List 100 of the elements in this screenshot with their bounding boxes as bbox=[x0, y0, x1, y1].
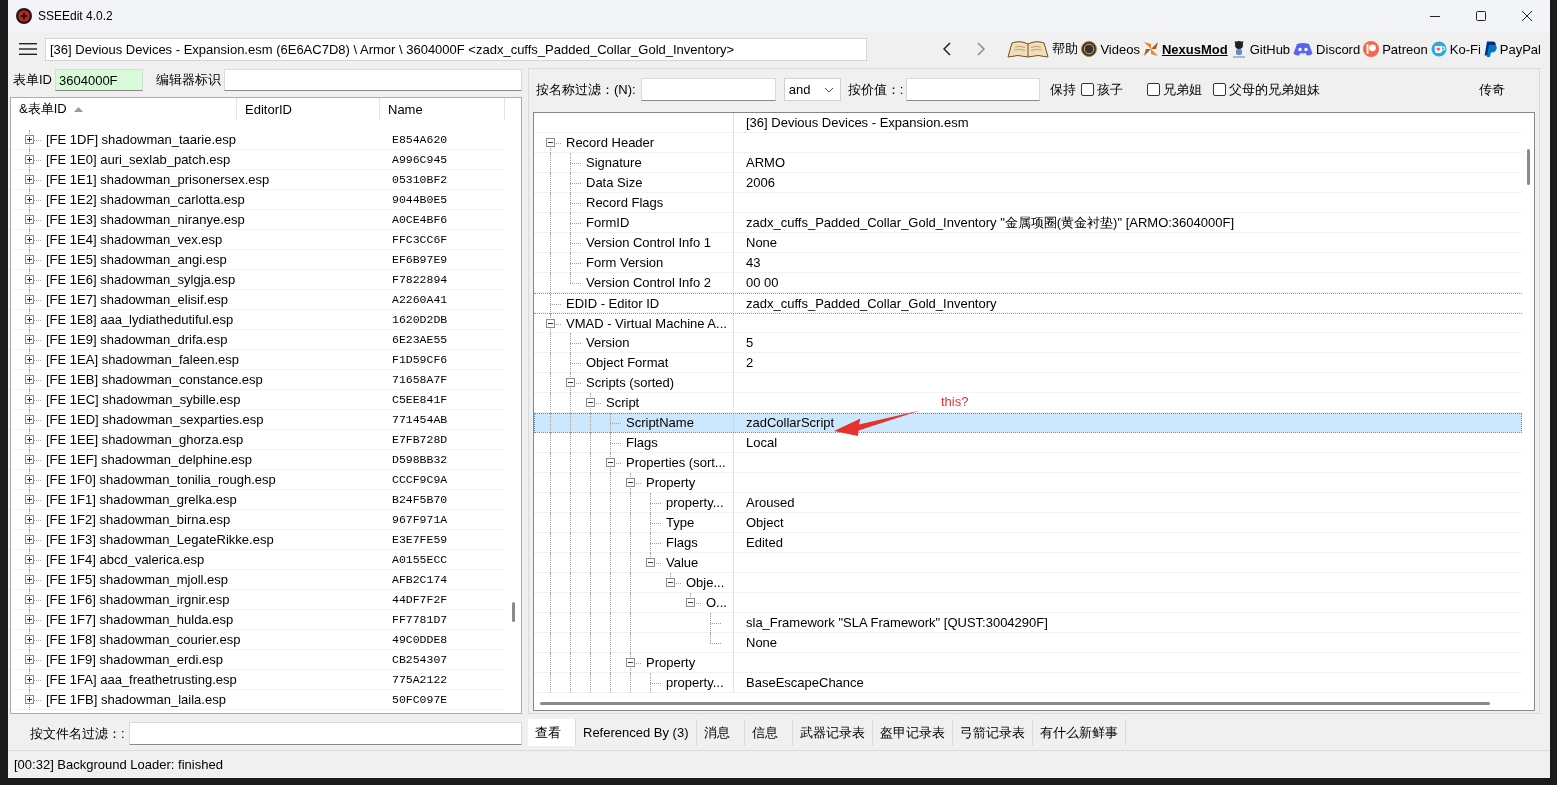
plus-box-icon[interactable] bbox=[25, 295, 34, 304]
list-row[interactable]: [FE 1E2] shadowman_carlotta.esp 9044B0E5 bbox=[11, 190, 506, 210]
minus-box-icon[interactable] bbox=[666, 578, 675, 587]
list-row[interactable]: [FE 1E0] auri_sexlab_patch.esp A996C945 bbox=[11, 150, 506, 170]
list-row[interactable]: [FE 1FB] shadowman_laila.esp 50FC097E bbox=[11, 690, 506, 710]
list-row[interactable]: [FE 1E5] shadowman_angi.esp EF6B97E9 bbox=[11, 250, 506, 270]
tab[interactable]: 有什么新鲜事 bbox=[1032, 719, 1126, 746]
tree-row[interactable]: FormID zadx_cuffs_Padded_Collar_Gold_Inventory "金属项圈(黄金衬垫)" [ARMO:3604000F] bbox=[534, 213, 1522, 233]
plus-box-icon[interactable] bbox=[25, 515, 34, 524]
toolbar-link[interactable]: Patreon bbox=[1363, 41, 1428, 57]
tree-row[interactable]: VMAD - Virtual Machine A... bbox=[534, 313, 1522, 333]
plus-box-icon[interactable] bbox=[25, 175, 34, 184]
list-row[interactable]: [FE 1E6] shadowman_sylgja.esp F7822894 bbox=[11, 270, 506, 290]
list-row[interactable]: [FE 1ED] shadowman_sexparties.esp 771454AB bbox=[11, 410, 506, 430]
list-row[interactable]: [FE 1F9] shadowman_erdi.esp CB254307 bbox=[11, 650, 506, 670]
list-row[interactable]: [FE 1EF] shadowman_delphine.esp D598BB32 bbox=[11, 450, 506, 470]
list-row[interactable]: [FE 1F4] abcd_valerica.esp A0155ECC bbox=[11, 550, 506, 570]
plus-box-icon[interactable] bbox=[25, 535, 34, 544]
plus-box-icon[interactable] bbox=[25, 415, 34, 424]
plus-box-icon[interactable] bbox=[25, 555, 34, 564]
tree-row[interactable]: Property bbox=[534, 473, 1522, 493]
list-row[interactable]: [FE 1DF] shadowman_taarie.esp E854A620 bbox=[11, 130, 506, 150]
list-row[interactable]: [FE 1FA] aaa_freathetrusting.esp 775A2122 bbox=[11, 670, 506, 690]
tab[interactable]: 武器记录表 bbox=[792, 719, 873, 746]
plus-box-icon[interactable] bbox=[25, 155, 34, 164]
tree-row[interactable]: Record Flags bbox=[534, 193, 1522, 213]
toolbar-link[interactable]: 帮助 bbox=[1007, 39, 1079, 59]
tree-row[interactable]: Version 5 bbox=[534, 333, 1522, 353]
tree-row[interactable]: EDID - Editor ID zadx_cuffs_Padded_Collar_Gold_Inventory bbox=[534, 293, 1522, 313]
plus-box-icon[interactable] bbox=[25, 695, 34, 704]
scrollbar-thumb[interactable] bbox=[540, 701, 1490, 705]
toolbar-link[interactable]: Ko-Fi bbox=[1430, 41, 1481, 57]
minus-box-icon[interactable] bbox=[686, 598, 695, 607]
list-row[interactable]: [FE 1F5] shadowman_mjoll.esp AFB2C174 bbox=[11, 570, 506, 590]
editor-id-field[interactable] bbox=[224, 69, 522, 91]
tree-row[interactable]: sla_Framework "SLA Framework" [QUST:3004290F] bbox=[534, 613, 1522, 633]
toolbar-link[interactable]: NexusMod bbox=[1142, 41, 1228, 57]
tree-row[interactable]: Object Format 2 bbox=[534, 353, 1522, 373]
checkbox[interactable] bbox=[1147, 83, 1161, 96]
operator-dropdown[interactable]: and bbox=[783, 78, 841, 101]
tab[interactable]: 信息 bbox=[744, 719, 793, 746]
scrollbar-thumb[interactable] bbox=[512, 602, 515, 622]
plus-box-icon[interactable] bbox=[25, 135, 34, 144]
list-row[interactable]: [FE 1EC] shadowman_sybille.esp C5EE841F bbox=[11, 390, 506, 410]
tab[interactable]: Referenced By (3) bbox=[576, 719, 697, 746]
minus-box-icon[interactable] bbox=[546, 138, 555, 147]
tree-row[interactable]: property... Aroused bbox=[534, 493, 1522, 513]
name-filter-field[interactable] bbox=[640, 78, 776, 101]
minus-box-icon[interactable] bbox=[546, 318, 555, 328]
tree-row[interactable]: Obje... bbox=[534, 573, 1522, 593]
list-row[interactable]: [FE 1E4] shadowman_vex.esp FFC3CC6F bbox=[11, 230, 506, 250]
list-row[interactable]: [FE 1E3] shadowman_niranye.esp A0CE4BF6 bbox=[11, 210, 506, 230]
minus-box-icon[interactable] bbox=[606, 458, 615, 467]
minus-box-icon[interactable] bbox=[646, 558, 655, 567]
plus-box-icon[interactable] bbox=[25, 495, 34, 504]
plus-box-icon[interactable] bbox=[25, 455, 34, 464]
plus-box-icon[interactable] bbox=[25, 335, 34, 344]
tree-row[interactable]: Value bbox=[534, 553, 1522, 573]
plus-box-icon[interactable] bbox=[25, 355, 34, 364]
plus-box-icon[interactable] bbox=[25, 595, 34, 604]
tree-row[interactable]: Property bbox=[534, 653, 1522, 673]
tab[interactable]: 查看 bbox=[528, 719, 576, 746]
tab[interactable]: 消息 bbox=[696, 719, 745, 746]
legend-button[interactable]: 传奇 bbox=[1475, 78, 1509, 101]
plus-box-icon[interactable] bbox=[25, 275, 34, 284]
tree-row[interactable]: Flags Local bbox=[534, 433, 1522, 453]
tree-row[interactable]: Type Object bbox=[534, 513, 1522, 533]
value-filter-field[interactable] bbox=[906, 78, 1041, 101]
tree-row[interactable]: Flags Edited bbox=[534, 533, 1522, 553]
plus-box-icon[interactable] bbox=[25, 655, 34, 664]
checkbox[interactable] bbox=[1081, 83, 1095, 96]
plus-box-icon[interactable] bbox=[25, 315, 34, 324]
tab[interactable]: 盔甲记录表 bbox=[872, 719, 953, 746]
list-row[interactable]: [FE 1EA] shadowman_faleen.esp F1D59CF6 bbox=[11, 350, 506, 370]
form-id-field[interactable]: 3604000F bbox=[55, 69, 143, 91]
tree-row[interactable]: O... bbox=[534, 593, 1522, 613]
plus-box-icon[interactable] bbox=[25, 255, 34, 264]
plus-box-icon[interactable] bbox=[25, 235, 34, 244]
tree-row[interactable]: Data Size 2006 bbox=[534, 173, 1522, 193]
list-row[interactable]: [FE 1E9] shadowman_drifa.esp 6E23AE55 bbox=[11, 330, 506, 350]
tree-row[interactable]: Signature ARMO bbox=[534, 153, 1522, 173]
list-row[interactable]: [FE 1EE] shadowman_ghorza.esp E7FB728D bbox=[11, 430, 506, 450]
plus-box-icon[interactable] bbox=[25, 675, 34, 684]
minus-box-icon[interactable] bbox=[626, 478, 635, 487]
tree-row[interactable]: Form Version 43 bbox=[534, 253, 1522, 273]
toolbar-link[interactable]: GitHub bbox=[1230, 40, 1291, 58]
checkbox[interactable] bbox=[1213, 83, 1227, 96]
list-row[interactable]: [FE 1E7] shadowman_elisif.esp A2260A41 bbox=[11, 290, 506, 310]
list-row[interactable]: [FE 1F0] shadowman_tonilia_rough.esp CCCF9C9A bbox=[11, 470, 506, 490]
tree-row[interactable]: None bbox=[534, 633, 1522, 653]
plus-box-icon[interactable] bbox=[25, 575, 34, 584]
plus-box-icon[interactable] bbox=[25, 195, 34, 204]
list-row[interactable]: [FE 1E1] shadowman_prisonersex.esp 05310BF2 bbox=[11, 170, 506, 190]
list-row[interactable]: [FE 1EB] shadowman_constance.esp 71658A7F bbox=[11, 370, 506, 390]
toolbar-link[interactable]: Videos bbox=[1081, 41, 1140, 57]
list-row[interactable]: [FE 1F3] shadowman_LegateRikke.esp E3E7FE59 bbox=[11, 530, 506, 550]
tree-row[interactable]: Properties (sort... bbox=[534, 453, 1522, 473]
list-row[interactable]: [FE 1F6] shadowman_irgnir.esp 44DF7F2F bbox=[11, 590, 506, 610]
tree-row[interactable]: Scripts (sorted) bbox=[534, 373, 1522, 393]
minus-box-icon[interactable] bbox=[586, 398, 595, 407]
